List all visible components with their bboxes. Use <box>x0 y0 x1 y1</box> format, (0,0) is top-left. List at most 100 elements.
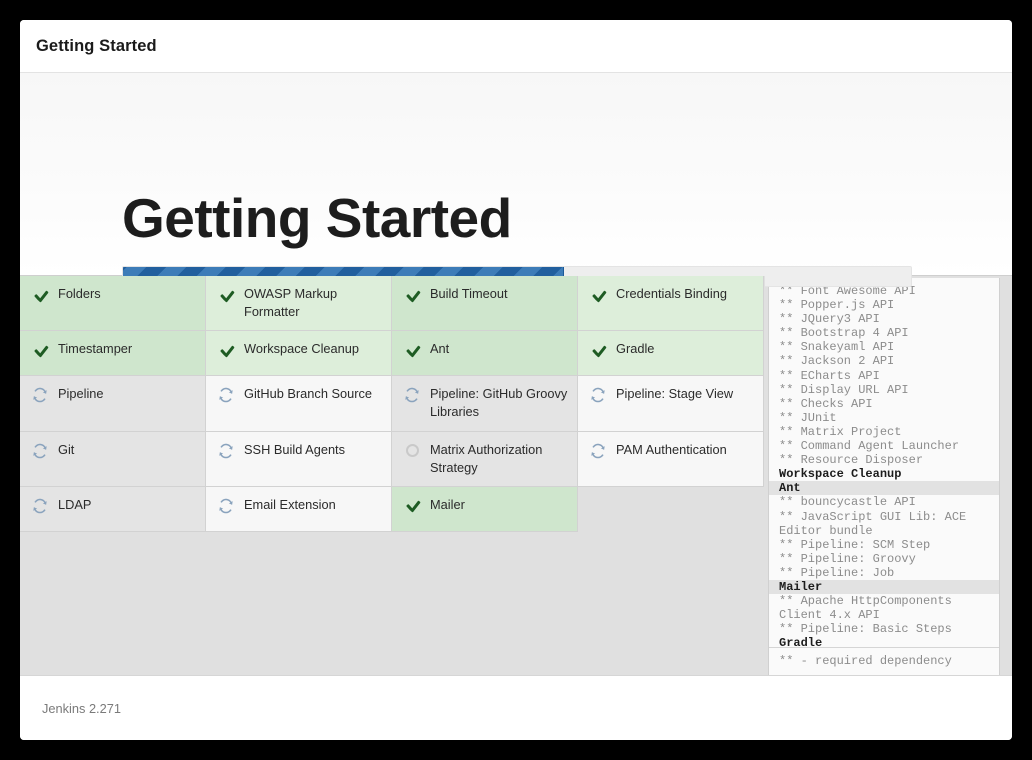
log-dependency-line: ** bouncycastle API <box>779 495 916 510</box>
plugin-cell: Git <box>20 431 206 487</box>
install-log-box[interactable]: ** Font Awesome API ** Popper.js API ** JQ… <box>768 278 1000 675</box>
plugin-cell: SSH Build Agents <box>206 431 392 487</box>
plugin-name-label: Credentials Binding <box>616 286 727 301</box>
log-plugin-line: Gradle <box>779 636 823 647</box>
log-dependency-line: ** Apache HttpComponents Client 4.x API <box>779 594 960 623</box>
plugin-cell: Workspace Cleanup <box>206 331 392 377</box>
plugin-name-label: OWASP Markup Formatter <box>244 286 338 320</box>
check-icon <box>219 345 233 356</box>
plugin-cell: OWASP Markup Formatter <box>206 276 392 332</box>
plugin-name-label: GitHub Branch Source <box>244 386 373 402</box>
page-footer: Jenkins 2.271 <box>20 676 1012 740</box>
plugin-status-icon <box>216 341 236 359</box>
sync-spinner-icon <box>590 443 606 459</box>
plugin-status-icon <box>30 497 50 515</box>
log-dependency-line: ** Popper.js API <box>779 298 895 313</box>
plugin-cell: Pipeline <box>20 376 206 432</box>
install-log-lines: ** Font Awesome API ** Popper.js API ** JQ… <box>769 278 999 647</box>
log-dependency-line: ** Pipeline: SCM Step <box>779 537 931 552</box>
check-icon <box>405 345 419 356</box>
getting-started-card: Getting Started Getting Started Folders O… <box>20 20 1012 740</box>
plugin-grid-pane: Folders OWASP Markup Formatter Build Timeo… <box>20 276 765 675</box>
log-dependency-line: ** Pipeline: Groovy <box>779 551 916 566</box>
log-dependency-line: ** JavaScript GUI Lib: ACE Editor bundle <box>779 509 974 538</box>
plugin-cell: Matrix Authorization Strategy <box>392 431 578 487</box>
plugin-name-label: LDAP <box>58 496 92 512</box>
plugin-cell: Build Timeout <box>392 276 578 332</box>
plugin-status-icon <box>216 286 236 304</box>
plugin-name-label: Pipeline: GitHub Groovy Libraries <box>430 386 568 420</box>
plugin-name-label: Gradle <box>616 341 655 357</box>
plugin-status-icon <box>402 286 422 304</box>
plugin-cell-empty <box>578 487 764 532</box>
plugin-cell: Timestamper <box>20 331 206 377</box>
check-icon <box>33 290 47 301</box>
plugin-cell: Credentials Binding <box>578 276 764 332</box>
log-dependency-line: ** Checks API <box>779 396 873 411</box>
check-icon <box>405 500 419 511</box>
plugin-cell: Email Extension <box>206 486 392 532</box>
plugin-status-icon <box>216 442 236 460</box>
log-dependency-line: ** Command Agent Launcher <box>779 439 960 454</box>
plugin-name-label: Email Extension <box>244 496 336 512</box>
sync-spinner-icon <box>404 387 420 403</box>
install-body: Folders OWASP Markup Formatter Build Timeo… <box>20 275 1012 676</box>
jenkins-version-label: Jenkins 2.271 <box>42 700 121 716</box>
log-dependency-line: ** Snakeyaml API <box>779 340 895 355</box>
log-plugin-line: Workspace Cleanup <box>779 467 902 482</box>
plugin-status-icon <box>402 341 422 359</box>
check-icon <box>591 345 605 356</box>
check-icon <box>405 290 419 301</box>
log-plugin-line: Ant <box>769 481 999 496</box>
plugin-status-icon <box>402 442 422 460</box>
plugin-cell: Gradle <box>578 331 764 377</box>
log-dependency-line: ** Resource Disposer <box>779 453 924 468</box>
plugin-cell: Pipeline: Stage View <box>578 376 764 432</box>
empty-circle-icon <box>405 444 419 458</box>
plugin-status-icon <box>30 341 50 359</box>
plugin-status-icon <box>30 442 50 460</box>
log-dependency-line: ** JUnit <box>779 410 837 425</box>
log-dependency-line: ** Display URL API <box>779 382 909 397</box>
plugin-status-icon <box>30 386 50 404</box>
sync-spinner-icon <box>218 387 234 403</box>
plugin-status-icon <box>30 286 50 304</box>
log-dependency-line: ** JQuery3 API <box>779 312 880 327</box>
plugin-name-label: Pipeline: Stage View <box>616 386 734 402</box>
plugin-cell: PAM Authentication <box>578 431 764 487</box>
sync-spinner-icon <box>32 498 48 514</box>
install-log-pane: ** Font Awesome API ** Popper.js API ** JQ… <box>765 276 1012 675</box>
plugin-status-icon <box>402 386 422 404</box>
plugin-name-label: Git <box>58 441 75 457</box>
plugin-status-icon <box>216 386 236 404</box>
install-log-legend: ** - required dependency <box>769 647 999 675</box>
plugin-name-label: Timestamper <box>58 341 133 357</box>
log-dependency-line: ** Bootstrap 4 API <box>779 326 909 341</box>
plugin-cell: Folders <box>20 276 206 332</box>
plugin-status-icon <box>402 497 422 515</box>
plugin-name-label: Build Timeout <box>430 286 508 301</box>
sync-spinner-icon <box>32 387 48 403</box>
plugin-grid: Folders OWASP Markup Formatter Build Timeo… <box>20 276 765 532</box>
plugin-status-icon <box>216 497 236 515</box>
plugin-name-label: Workspace Cleanup <box>244 341 359 357</box>
log-dependency-line: ** Jackson 2 API <box>779 354 895 369</box>
check-icon <box>591 290 605 301</box>
plugin-status-icon <box>588 341 608 359</box>
plugin-status-icon <box>588 442 608 460</box>
window-titlebar: Getting Started <box>20 20 1012 73</box>
plugin-cell: GitHub Branch Source <box>206 376 392 432</box>
plugin-name-label: Ant <box>430 341 450 357</box>
sync-spinner-icon <box>590 387 606 403</box>
plugin-status-icon <box>588 386 608 404</box>
page-title: Getting Started <box>122 187 512 249</box>
hero-banner: Getting Started <box>20 73 1012 287</box>
plugin-cell: LDAP <box>20 486 206 532</box>
plugin-cell: Pipeline: GitHub Groovy Libraries <box>392 376 578 432</box>
log-dependency-line: ** ECharts API <box>779 368 880 383</box>
sync-spinner-icon <box>32 443 48 459</box>
plugin-name-label: PAM Authentication <box>616 441 727 457</box>
plugin-name-label: Matrix Authorization Strategy <box>430 441 543 475</box>
window-title: Getting Started <box>36 36 157 55</box>
sync-spinner-icon <box>218 443 234 459</box>
